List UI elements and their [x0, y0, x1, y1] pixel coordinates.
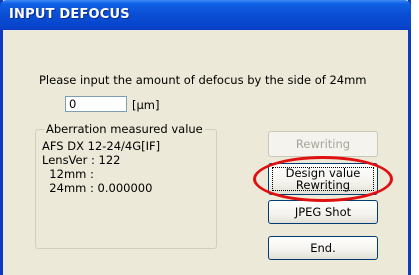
lens-model-text: AFS DX 12-24/4G[IF]: [42, 139, 161, 153]
aberration-values: AFS DX 12-24/4G[IF] LensVer : 122 12mm :…: [42, 139, 160, 195]
design-button-label-line2: Rewriting: [295, 178, 351, 192]
value-24mm-text: 24mm : 0.000000: [42, 181, 153, 195]
jpeg-shot-button[interactable]: JPEG Shot: [268, 200, 378, 224]
defocus-input[interactable]: [65, 96, 127, 112]
end-button[interactable]: End.: [268, 236, 378, 260]
aberration-groupbox: Aberration measured value AFS DX 12-24/4…: [35, 122, 217, 249]
design-value-rewriting-button[interactable]: Design value Rewriting: [268, 163, 378, 195]
end-button-label: End.: [310, 241, 336, 255]
value-12mm-text: 12mm :: [42, 167, 94, 181]
lens-version-text: LensVer : 122: [42, 153, 121, 167]
defocus-prompt: Please input the amount of defocus by th…: [39, 73, 367, 87]
rewriting-button[interactable]: Rewriting: [268, 131, 378, 157]
aberration-legend: Aberration measured value: [44, 122, 205, 136]
defocus-unit-label: [μm]: [132, 98, 160, 112]
input-defocus-dialog: INPUT DEFOCUS Please input the amount of…: [0, 0, 411, 275]
window-title: INPUT DEFOCUS: [9, 7, 130, 22]
jpeg-shot-button-label: JPEG Shot: [294, 205, 352, 219]
rewriting-button-label: Rewriting: [295, 137, 351, 151]
title-bar[interactable]: INPUT DEFOCUS: [0, 0, 411, 30]
